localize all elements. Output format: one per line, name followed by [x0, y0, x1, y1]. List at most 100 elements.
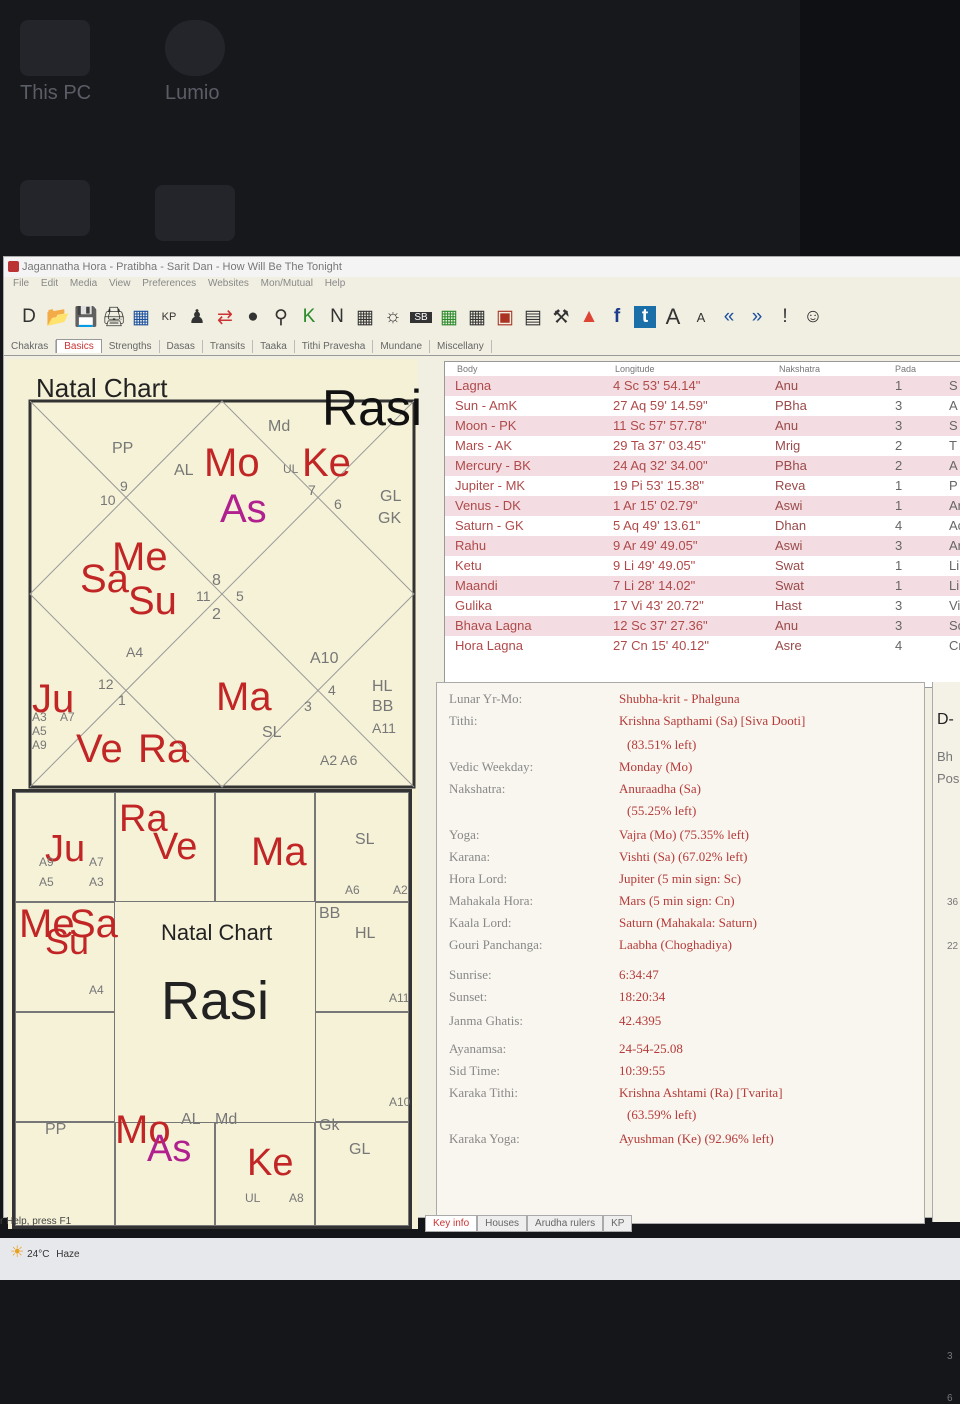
zoom-icon[interactable]: ⚲: [270, 306, 292, 329]
sq-label-a5: A5: [39, 875, 54, 889]
tab-strengths[interactable]: Strengths: [102, 340, 160, 353]
sq-label-a10: A10: [389, 1095, 411, 1109]
menu-view[interactable]: View: [109, 278, 131, 289]
label-gl: GL: [380, 488, 402, 505]
table-cell-pada: 1: [895, 558, 903, 573]
tab-mundane[interactable]: Mundane: [373, 340, 431, 353]
tool-icon[interactable]: ⚒: [550, 306, 572, 329]
forward-button[interactable]: »: [746, 306, 768, 328]
desktop-icon-this-pc[interactable]: This PC: [20, 20, 91, 105]
compare-icon[interactable]: ⇄: [214, 306, 236, 329]
menu-help[interactable]: Help: [325, 278, 346, 289]
menu-mon-mutual[interactable]: Mon/Mutual: [261, 278, 313, 289]
col-nakshatra[interactable]: Nakshatra: [779, 364, 820, 374]
status-help-text: r Help, press F1: [0, 1216, 72, 1227]
font-smaller-button[interactable]: A: [690, 310, 712, 325]
tab-kp[interactable]: KP: [603, 1215, 633, 1232]
table-cell-nak: Dhan: [775, 518, 807, 533]
weather-widget[interactable]: ☀ 24°C Haze: [10, 1242, 80, 1262]
table-cell-extra: Ac: [949, 518, 960, 533]
table-cell-body: Venus - DK: [455, 498, 521, 513]
table-row[interactable]: Bhava Lagna 12 Sc 37' 27.36" Anu 3 Sc: [445, 616, 960, 636]
table-cell-extra: S: [949, 418, 958, 433]
recycle-bin-icon[interactable]: [20, 180, 90, 242]
menu-media[interactable]: Media: [70, 278, 97, 289]
planet-mo: Mo: [204, 441, 260, 485]
tab-basics[interactable]: Basics: [56, 339, 102, 353]
k-button[interactable]: K: [298, 306, 320, 328]
table-row[interactable]: Gulika 17 Vi 43' 20.72" Hast 3 Vi: [445, 596, 960, 616]
open-icon[interactable]: 📂: [46, 305, 70, 329]
tab-key-info[interactable]: Key info: [425, 1215, 478, 1232]
globe-icon[interactable]: ●: [242, 306, 264, 328]
table-cell-extra: Vi: [949, 598, 960, 613]
menu-edit[interactable]: Edit: [41, 278, 58, 289]
sb-button[interactable]: SB: [410, 311, 432, 323]
label-gk: GK: [378, 510, 402, 527]
weather-icon: ☀: [10, 1244, 25, 1261]
tab-taaka[interactable]: Taaka: [253, 340, 295, 353]
tab-tithi-pravesha[interactable]: Tithi Pravesha: [295, 340, 374, 353]
table-cell-pada: 4: [895, 518, 903, 533]
tab-transits[interactable]: Transits: [203, 340, 254, 353]
font-larger-button[interactable]: A: [662, 304, 684, 330]
house-2: 2: [212, 606, 221, 623]
new-chart-button[interactable]: D: [18, 306, 40, 328]
menu-websites[interactable]: Websites: [208, 278, 249, 289]
save-icon[interactable]: 💾: [74, 305, 98, 329]
menu-file[interactable]: File: [13, 278, 29, 289]
desktop-icon-lumio[interactable]: Lumio: [165, 20, 225, 105]
house-3: 3: [304, 698, 312, 714]
table-row[interactable]: Rahu 9 Ar 49' 49.05" Aswi 3 Ar: [445, 536, 960, 556]
map-icon[interactable]: ▤: [522, 306, 544, 329]
table-row[interactable]: Saturn - GK 5 Aq 49' 13.61" Dhan 4 Ac: [445, 516, 960, 536]
table-row[interactable]: Sun - AmK 27 Aq 59' 14.59" PBha 3 A: [445, 396, 960, 416]
square-chart[interactable]: Ju A9 A7 A5 A3 Ra Ve Ma SL A6 A2 Me Sa S…: [12, 789, 412, 1229]
col-body[interactable]: Body: [457, 364, 478, 374]
alert-button[interactable]: !: [774, 306, 796, 328]
tab-houses[interactable]: Houses: [477, 1215, 528, 1232]
table-row[interactable]: Jupiter - MK 19 Pi 53' 15.38" Reva 1 P: [445, 476, 960, 496]
table-row[interactable]: Moon - PK 11 Sc 57' 57.78" Anu 3 S: [445, 416, 960, 436]
table-row[interactable]: Mercury - BK 24 Aq 32' 34.00" PBha 2 A: [445, 456, 960, 476]
col-longitude[interactable]: Longitude: [615, 364, 655, 374]
table-row[interactable]: Ketu 9 Li 49' 49.05" Swat 1 Li: [445, 556, 960, 576]
sun-icon[interactable]: ☼: [382, 306, 404, 328]
info-value: Vajra (Mo) (75.35% left): [619, 827, 749, 842]
sq-label-a6: A6: [345, 883, 360, 897]
table-cell-pada: 3: [895, 598, 903, 613]
print-icon[interactable]: 🖨: [102, 305, 126, 329]
twitter-icon[interactable]: t: [634, 306, 656, 328]
back-button[interactable]: «: [718, 306, 740, 328]
col-pada[interactable]: Pada: [895, 364, 916, 374]
tab-miscellany[interactable]: Miscellany: [430, 340, 492, 353]
tab-chakras[interactable]: Chakras: [4, 340, 57, 353]
people-icon[interactable]: ♟: [186, 306, 208, 329]
help-icon[interactable]: ☺: [802, 306, 824, 328]
planet-table[interactable]: Body Longitude Nakshatra Pada Lagna 4 Sc …: [444, 361, 960, 688]
table-icon[interactable]: ▦: [438, 306, 460, 329]
book-icon[interactable]: ▣: [494, 306, 516, 329]
n-button[interactable]: N: [326, 306, 348, 328]
table-row[interactable]: Venus - DK 1 Ar 15' 02.79" Aswi 1 Ar: [445, 496, 960, 516]
status-bar: r Help, press F1: [0, 1216, 425, 1236]
info-label: Mahakala Hora:: [449, 893, 534, 908]
note-app-icon[interactable]: [155, 185, 235, 247]
table-row[interactable]: Hora Lagna 27 Cn 15' 40.12" Asre 4 Cn: [445, 636, 960, 656]
table-row[interactable]: Lagna 4 Sc 53' 54.14" Anu 1 S: [445, 376, 960, 396]
app-window: Jagannatha Hora - Pratibha - Sarit Dan -…: [3, 256, 960, 1404]
table-row[interactable]: Maandi 7 Li 28' 14.02" Swat 1 Li: [445, 576, 960, 596]
tab-dasas[interactable]: Dasas: [160, 340, 203, 353]
calendar-icon[interactable]: ▦: [466, 306, 488, 329]
tab-arudha-rulers[interactable]: Arudha rulers: [527, 1215, 604, 1232]
menu-preferences[interactable]: Preferences: [142, 278, 196, 289]
sq-label-a7: A7: [89, 855, 104, 869]
grid-icon[interactable]: ▦: [354, 306, 376, 329]
chart-icon[interactable]: ▦: [130, 306, 152, 329]
kp-button[interactable]: KP: [158, 311, 180, 323]
side-3: 3: [947, 1351, 953, 1362]
facebook-icon[interactable]: f: [606, 306, 628, 328]
info-value: Laabha (Choghadiya): [619, 937, 732, 952]
fire-icon[interactable]: ▲: [578, 306, 600, 328]
table-row[interactable]: Mars - AK 29 Ta 37' 03.45" Mrig 2 T: [445, 436, 960, 456]
